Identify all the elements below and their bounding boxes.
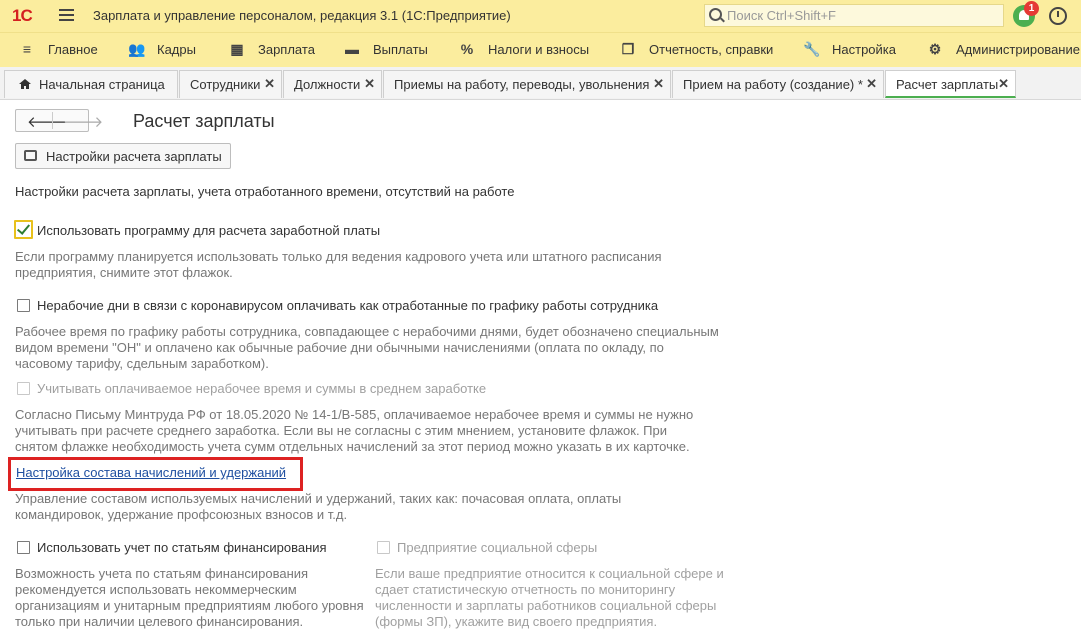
title-bar: 1С Зарплата и управление персоналом, ред… — [0, 0, 1081, 32]
tab-label: Должности — [294, 77, 361, 92]
funding-articles-hint: Возможность учета по статьям финансирова… — [15, 566, 364, 629]
covid-days-hint: Рабочее время по графику работы сотрудни… — [15, 324, 719, 371]
close-icon[interactable]: ✕ — [998, 76, 1009, 92]
section-payroll[interactable]: ▦ Зарплата — [230, 41, 315, 57]
section-label: Налоги и взносы — [488, 42, 590, 57]
app-title: Зарплата и управление персоналом, редакц… — [93, 8, 511, 23]
forward-arrow-icon[interactable]: 🡒 — [63, 112, 103, 131]
nav-buttons: 🡐 🡒 — [15, 109, 103, 132]
documents-icon: ❐ — [621, 41, 635, 57]
payroll-settings-button[interactable]: Настройки расчета зарплаты — [15, 143, 231, 169]
close-icon[interactable]: ✕ — [364, 76, 375, 92]
wrench-icon: 🔧 — [803, 41, 821, 57]
wallet-icon: ▬ — [345, 41, 359, 57]
accruals-settings-hint: Управление составом используемых начисле… — [15, 491, 622, 522]
funding-articles-label: Использовать учет по статьям финансирова… — [37, 540, 327, 555]
main-menu-icon[interactable] — [59, 9, 74, 21]
accruals-settings-link[interactable]: Настройка состава начислений и удержаний — [16, 465, 286, 480]
funding-articles-checkbox[interactable] — [17, 541, 30, 554]
section-settings[interactable]: 🔧 Настройка — [803, 41, 896, 57]
use-payroll-hint: Если программу планируется использовать … — [15, 249, 662, 280]
section-main[interactable]: ≡ Главное — [23, 41, 98, 57]
close-icon[interactable]: ✕ — [653, 76, 664, 92]
social-sector-hint: Если ваше предприятие относится к социал… — [375, 566, 724, 629]
section-label: Отчетность, справки — [649, 42, 774, 57]
section-reports[interactable]: ❐ Отчетность, справки — [622, 41, 774, 57]
tab-label: Начальная страница — [39, 77, 165, 92]
history-icon[interactable] — [1049, 7, 1067, 25]
close-icon[interactable]: ✕ — [866, 76, 877, 92]
printer-icon — [24, 150, 37, 161]
search-input[interactable]: Поиск Ctrl+Shift+F — [704, 4, 1004, 27]
section-label: Зарплата — [258, 42, 315, 57]
section-label: Администрирование — [956, 42, 1080, 57]
button-label: Настройки расчета зарплаты — [46, 149, 222, 164]
close-icon[interactable]: ✕ — [264, 76, 275, 92]
tab-hiring-create[interactable]: Прием на работу (создание) * ✕ — [672, 70, 884, 98]
tab-home[interactable]: Начальная страница — [4, 70, 178, 98]
use-payroll-checkbox[interactable] — [14, 220, 33, 239]
tab-label: Сотрудники — [190, 77, 261, 92]
back-arrow-icon[interactable]: 🡐 — [27, 112, 67, 131]
tab-bar: Начальная страница Сотрудники ✕ Должност… — [0, 67, 1081, 100]
section-administration[interactable]: ⚙ Администрирование — [929, 41, 1080, 57]
percent-icon: % — [460, 41, 474, 57]
sections-bar: ≡ Главное 👥 Кадры ▦ Зарплата ▬ Выплаты %… — [0, 32, 1081, 68]
average-earnings-hint: Согласно Письму Минтруда РФ от 18.05.202… — [15, 407, 694, 454]
tab-label: Прием на работу (создание) * — [683, 77, 863, 92]
tab-positions[interactable]: Должности ✕ — [283, 70, 382, 98]
section-label: Настройка — [832, 42, 896, 57]
menu-icon: ≡ — [22, 41, 32, 57]
section-hr[interactable]: 👥 Кадры — [128, 41, 196, 57]
people-icon: 👥 — [128, 41, 146, 57]
average-earnings-checkbox[interactable] — [17, 382, 30, 395]
average-earnings-label: Учитывать оплачиваемое нерабочее время и… — [37, 381, 487, 396]
calculator-icon: ▦ — [230, 41, 244, 57]
page-title: Расчет зарплаты — [133, 111, 275, 131]
section-label: Выплаты — [373, 42, 428, 57]
section-label: Главное — [48, 42, 98, 57]
use-payroll-label: Использовать программу для расчета зараб… — [37, 223, 381, 238]
search-icon — [709, 8, 722, 21]
section-label: Кадры — [157, 42, 196, 57]
covid-days-checkbox[interactable] — [17, 299, 30, 312]
home-icon — [19, 79, 31, 89]
covid-days-label: Нерабочие дни в связи с коронавирусом оп… — [37, 298, 659, 313]
tab-payroll-calc[interactable]: Расчет зарплаты ✕ — [885, 70, 1016, 98]
tab-label: Расчет зарплаты — [896, 77, 999, 92]
section-taxes[interactable]: % Налоги и взносы — [461, 41, 590, 57]
app-logo: 1С — [12, 6, 33, 25]
search-placeholder: Поиск Ctrl+Shift+F — [727, 8, 836, 23]
section-description: Настройки расчета зарплаты, учета отрабо… — [15, 184, 515, 199]
tab-label: Приемы на работу, переводы, увольнения — [394, 77, 650, 92]
section-payments[interactable]: ▬ Выплаты — [345, 41, 428, 57]
notifications-badge: 1 — [1024, 1, 1039, 16]
gear-icon: ⚙ — [928, 41, 942, 57]
social-sector-label: Предприятие социальной сферы — [397, 540, 598, 555]
tab-hiring-list[interactable]: Приемы на работу, переводы, увольнения ✕ — [383, 70, 671, 98]
tab-employees[interactable]: Сотрудники ✕ — [179, 70, 282, 98]
social-sector-checkbox[interactable] — [377, 541, 390, 554]
